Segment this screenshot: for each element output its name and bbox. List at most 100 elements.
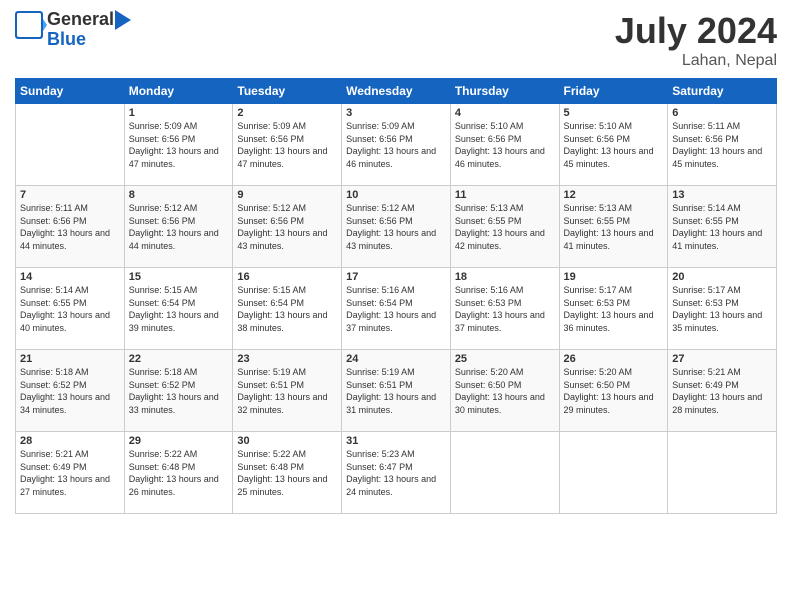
day-info: Sunrise: 5:12 AMSunset: 6:56 PMDaylight:… <box>346 202 446 252</box>
day-number: 5 <box>564 107 664 119</box>
day-info: Sunrise: 5:14 AMSunset: 6:55 PMDaylight:… <box>672 202 772 252</box>
calendar-cell <box>559 432 668 514</box>
logo-general: General <box>47 10 114 30</box>
header-wednesday: Wednesday <box>342 79 451 104</box>
calendar-cell: 25 Sunrise: 5:20 AMSunset: 6:50 PMDaylig… <box>450 350 559 432</box>
day-info: Sunrise: 5:22 AMSunset: 6:48 PMDaylight:… <box>237 448 337 498</box>
logo: General Blue <box>15 10 131 50</box>
day-number: 7 <box>20 189 120 201</box>
calendar-cell: 19 Sunrise: 5:17 AMSunset: 6:53 PMDaylig… <box>559 268 668 350</box>
calendar-cell: 9 Sunrise: 5:12 AMSunset: 6:56 PMDayligh… <box>233 186 342 268</box>
calendar-cell: 30 Sunrise: 5:22 AMSunset: 6:48 PMDaylig… <box>233 432 342 514</box>
day-info: Sunrise: 5:09 AMSunset: 6:56 PMDaylight:… <box>346 120 446 170</box>
calendar-cell <box>16 104 125 186</box>
calendar-cell: 21 Sunrise: 5:18 AMSunset: 6:52 PMDaylig… <box>16 350 125 432</box>
calendar-cell: 2 Sunrise: 5:09 AMSunset: 6:56 PMDayligh… <box>233 104 342 186</box>
day-number: 17 <box>346 271 446 283</box>
calendar-cell: 11 Sunrise: 5:13 AMSunset: 6:55 PMDaylig… <box>450 186 559 268</box>
calendar-cell: 3 Sunrise: 5:09 AMSunset: 6:56 PMDayligh… <box>342 104 451 186</box>
location: Lahan, Nepal <box>615 52 777 70</box>
day-number: 20 <box>672 271 772 283</box>
calendar-table: Sunday Monday Tuesday Wednesday Thursday… <box>15 78 777 514</box>
day-number: 24 <box>346 353 446 365</box>
day-number: 22 <box>129 353 229 365</box>
day-number: 14 <box>20 271 120 283</box>
logo-blue: Blue <box>47 30 131 50</box>
day-info: Sunrise: 5:19 AMSunset: 6:51 PMDaylight:… <box>346 366 446 416</box>
day-number: 6 <box>672 107 772 119</box>
day-info: Sunrise: 5:20 AMSunset: 6:50 PMDaylight:… <box>564 366 664 416</box>
calendar-week-2: 14 Sunrise: 5:14 AMSunset: 6:55 PMDaylig… <box>16 268 777 350</box>
calendar-cell: 12 Sunrise: 5:13 AMSunset: 6:55 PMDaylig… <box>559 186 668 268</box>
day-info: Sunrise: 5:13 AMSunset: 6:55 PMDaylight:… <box>564 202 664 252</box>
day-number: 31 <box>346 435 446 447</box>
day-info: Sunrise: 5:23 AMSunset: 6:47 PMDaylight:… <box>346 448 446 498</box>
calendar-cell: 1 Sunrise: 5:09 AMSunset: 6:56 PMDayligh… <box>124 104 233 186</box>
header-saturday: Saturday <box>668 79 777 104</box>
calendar-cell <box>450 432 559 514</box>
day-info: Sunrise: 5:17 AMSunset: 6:53 PMDaylight:… <box>564 284 664 334</box>
calendar-cell: 26 Sunrise: 5:20 AMSunset: 6:50 PMDaylig… <box>559 350 668 432</box>
day-info: Sunrise: 5:10 AMSunset: 6:56 PMDaylight:… <box>564 120 664 170</box>
calendar-week-3: 21 Sunrise: 5:18 AMSunset: 6:52 PMDaylig… <box>16 350 777 432</box>
day-number: 10 <box>346 189 446 201</box>
day-number: 4 <box>455 107 555 119</box>
day-number: 30 <box>237 435 337 447</box>
calendar-cell: 17 Sunrise: 5:16 AMSunset: 6:54 PMDaylig… <box>342 268 451 350</box>
day-info: Sunrise: 5:18 AMSunset: 6:52 PMDaylight:… <box>129 366 229 416</box>
title-area: July 2024 Lahan, Nepal <box>615 10 777 70</box>
day-info: Sunrise: 5:11 AMSunset: 6:56 PMDaylight:… <box>672 120 772 170</box>
calendar-cell: 7 Sunrise: 5:11 AMSunset: 6:56 PMDayligh… <box>16 186 125 268</box>
day-number: 29 <box>129 435 229 447</box>
logo-icon <box>15 11 47 49</box>
day-info: Sunrise: 5:12 AMSunset: 6:56 PMDaylight:… <box>129 202 229 252</box>
day-info: Sunrise: 5:10 AMSunset: 6:56 PMDaylight:… <box>455 120 555 170</box>
calendar-cell: 13 Sunrise: 5:14 AMSunset: 6:55 PMDaylig… <box>668 186 777 268</box>
header-thursday: Thursday <box>450 79 559 104</box>
calendar-week-0: 1 Sunrise: 5:09 AMSunset: 6:56 PMDayligh… <box>16 104 777 186</box>
calendar-cell: 10 Sunrise: 5:12 AMSunset: 6:56 PMDaylig… <box>342 186 451 268</box>
day-number: 23 <box>237 353 337 365</box>
calendar-week-4: 28 Sunrise: 5:21 AMSunset: 6:49 PMDaylig… <box>16 432 777 514</box>
month-title: July 2024 <box>615 10 777 52</box>
day-info: Sunrise: 5:15 AMSunset: 6:54 PMDaylight:… <box>129 284 229 334</box>
calendar-cell: 4 Sunrise: 5:10 AMSunset: 6:56 PMDayligh… <box>450 104 559 186</box>
day-number: 21 <box>20 353 120 365</box>
day-number: 2 <box>237 107 337 119</box>
calendar-cell: 28 Sunrise: 5:21 AMSunset: 6:49 PMDaylig… <box>16 432 125 514</box>
day-info: Sunrise: 5:13 AMSunset: 6:55 PMDaylight:… <box>455 202 555 252</box>
day-number: 11 <box>455 189 555 201</box>
calendar-cell: 20 Sunrise: 5:17 AMSunset: 6:53 PMDaylig… <box>668 268 777 350</box>
day-number: 18 <box>455 271 555 283</box>
calendar-cell: 31 Sunrise: 5:23 AMSunset: 6:47 PMDaylig… <box>342 432 451 514</box>
header-tuesday: Tuesday <box>233 79 342 104</box>
page-header: General Blue July 2024 Lahan, Nepal <box>15 10 777 70</box>
day-info: Sunrise: 5:18 AMSunset: 6:52 PMDaylight:… <box>20 366 120 416</box>
day-number: 16 <box>237 271 337 283</box>
calendar-cell: 16 Sunrise: 5:15 AMSunset: 6:54 PMDaylig… <box>233 268 342 350</box>
header-monday: Monday <box>124 79 233 104</box>
calendar-cell: 15 Sunrise: 5:15 AMSunset: 6:54 PMDaylig… <box>124 268 233 350</box>
header-friday: Friday <box>559 79 668 104</box>
calendar-cell: 5 Sunrise: 5:10 AMSunset: 6:56 PMDayligh… <box>559 104 668 186</box>
calendar-body: 1 Sunrise: 5:09 AMSunset: 6:56 PMDayligh… <box>16 104 777 514</box>
day-info: Sunrise: 5:21 AMSunset: 6:49 PMDaylight:… <box>672 366 772 416</box>
logo-arrow-icon <box>115 10 131 30</box>
header-sunday: Sunday <box>16 79 125 104</box>
calendar-cell: 27 Sunrise: 5:21 AMSunset: 6:49 PMDaylig… <box>668 350 777 432</box>
calendar-cell: 22 Sunrise: 5:18 AMSunset: 6:52 PMDaylig… <box>124 350 233 432</box>
day-info: Sunrise: 5:09 AMSunset: 6:56 PMDaylight:… <box>129 120 229 170</box>
calendar-cell: 6 Sunrise: 5:11 AMSunset: 6:56 PMDayligh… <box>668 104 777 186</box>
day-number: 12 <box>564 189 664 201</box>
day-number: 19 <box>564 271 664 283</box>
calendar-cell: 8 Sunrise: 5:12 AMSunset: 6:56 PMDayligh… <box>124 186 233 268</box>
day-number: 26 <box>564 353 664 365</box>
calendar-cell: 18 Sunrise: 5:16 AMSunset: 6:53 PMDaylig… <box>450 268 559 350</box>
day-number: 1 <box>129 107 229 119</box>
calendar-cell: 24 Sunrise: 5:19 AMSunset: 6:51 PMDaylig… <box>342 350 451 432</box>
day-info: Sunrise: 5:14 AMSunset: 6:55 PMDaylight:… <box>20 284 120 334</box>
day-number: 13 <box>672 189 772 201</box>
calendar-cell: 23 Sunrise: 5:19 AMSunset: 6:51 PMDaylig… <box>233 350 342 432</box>
day-info: Sunrise: 5:19 AMSunset: 6:51 PMDaylight:… <box>237 366 337 416</box>
day-number: 3 <box>346 107 446 119</box>
